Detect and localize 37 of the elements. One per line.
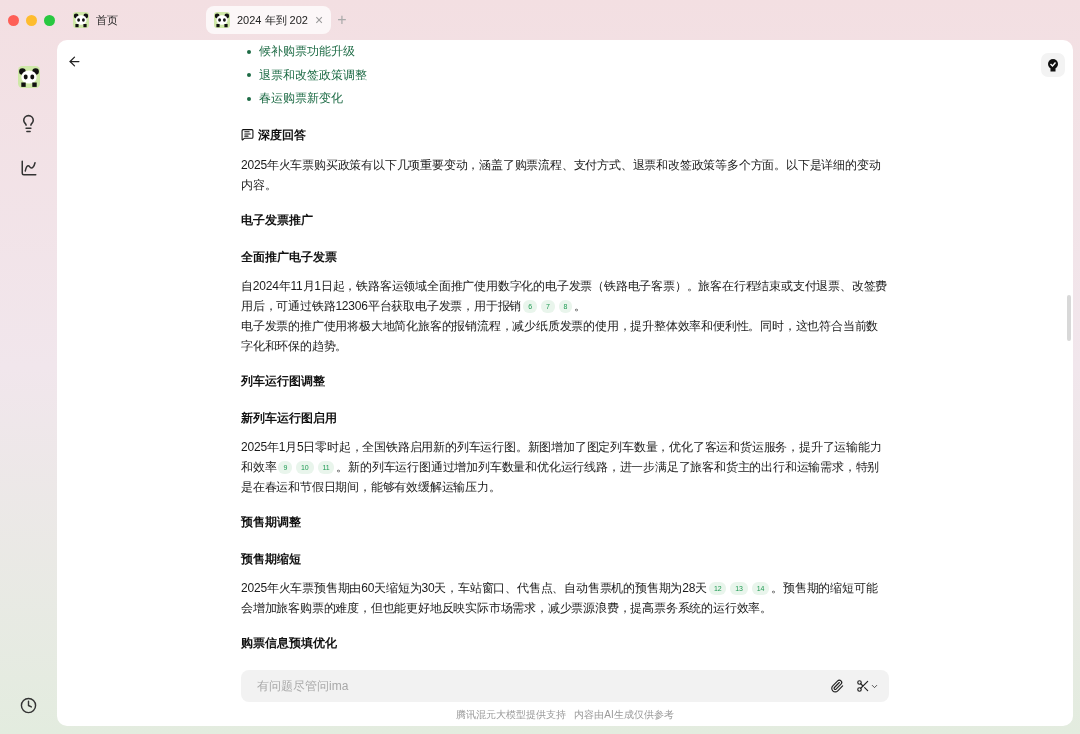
tab-label: 首页 — [96, 12, 118, 28]
scissors-icon — [856, 679, 870, 693]
new-tab-button[interactable]: + — [337, 12, 347, 28]
related-link[interactable]: 候补购票功能升级 — [259, 40, 355, 64]
ask-field[interactable]: 有问题尽管问ima — [241, 670, 889, 702]
tab[interactable]: 2024 年到 202 × — [206, 6, 332, 34]
close-tab-button[interactable]: × — [314, 13, 324, 27]
paragraph: 2025年火车票购买政策有以下几项重要变动，涵盖了购票流程、支付方式、退票和改签政策等多个方面。以下是详细的变动内容。 — [241, 156, 882, 194]
footer-note: 内容由AI生成仅供参考 — [574, 708, 674, 722]
related-link[interactable]: 春运购票新变化 — [259, 87, 343, 111]
bullet-dot — [247, 49, 251, 54]
heading: 预售期调整 — [241, 513, 302, 531]
heading: 列车运行图调整 — [241, 372, 326, 390]
badge-button[interactable] — [1041, 53, 1065, 77]
heading: 电子发票推广 — [241, 211, 314, 229]
panda-icon — [17, 66, 40, 88]
chat-icon — [241, 128, 254, 141]
ask-input[interactable]: 有问题尽管问ima — [255, 678, 818, 694]
related-link[interactable]: 退票和改签政策调整 — [259, 63, 367, 87]
section-title: 深度回答 — [258, 126, 306, 144]
heading: 购票信息预填优化 — [241, 634, 338, 652]
chart-icon[interactable] — [19, 159, 38, 177]
subheading: 全面推广电子发票 — [241, 248, 338, 266]
panda-icon — [214, 12, 230, 28]
attach-button[interactable] — [830, 679, 844, 693]
bullet-dot — [247, 96, 251, 101]
back-button[interactable] — [67, 53, 82, 69]
subheading: 预售期缩短 — [241, 550, 302, 568]
history-icon[interactable] — [20, 697, 37, 714]
bullet-dot — [247, 73, 251, 78]
tab[interactable]: 首页 — [65, 6, 126, 34]
panda-icon — [73, 12, 89, 28]
footer-note: 腾讯混元大模型提供支持 — [456, 708, 567, 722]
bulb-check-icon — [1047, 58, 1059, 72]
subheading: 新列车运行图启用 — [241, 409, 338, 427]
scissors-button[interactable] — [856, 679, 879, 693]
tab-label: 2024 年到 202 — [237, 12, 308, 28]
